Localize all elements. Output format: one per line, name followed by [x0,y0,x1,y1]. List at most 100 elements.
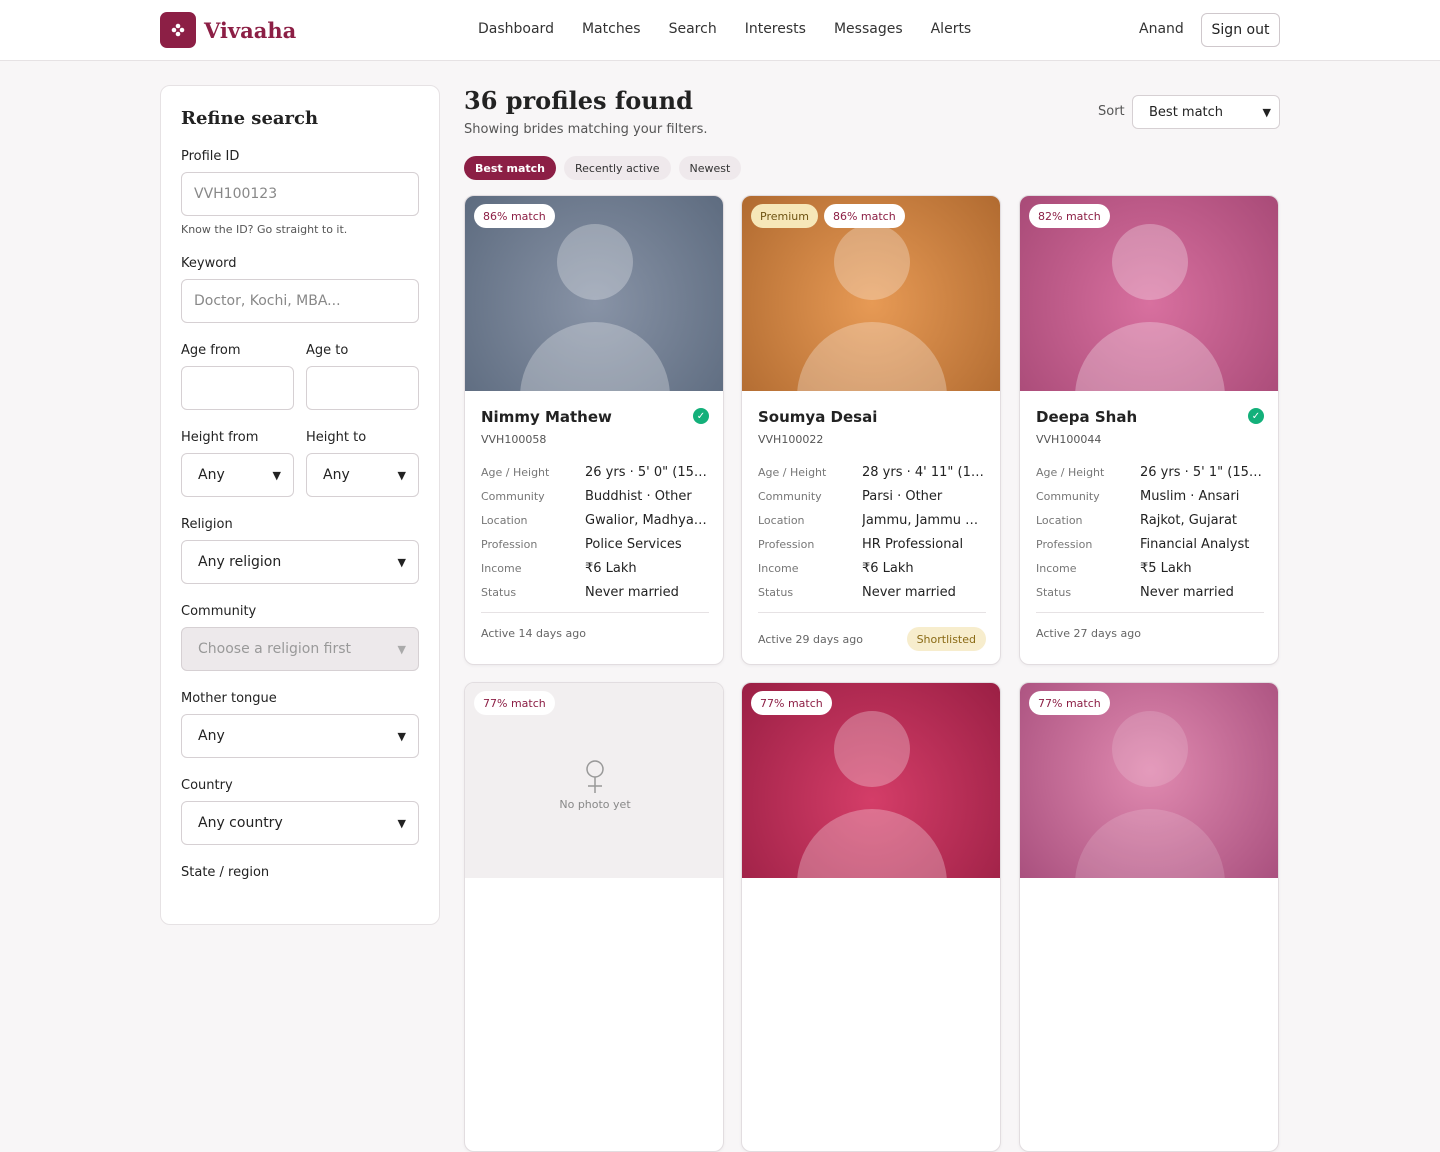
nav-dashboard[interactable]: Dashboard [478,21,554,37]
attr-age-height: 28 yrs · 4' 11" (150 cm) [862,464,986,480]
keyword-label: Keyword [181,256,237,271]
attr-label: Income [1036,561,1077,575]
height-group: Height from Any ▼ Height to Any ▼ [181,430,419,497]
chip-newest[interactable]: Newest [678,156,742,180]
attr-status: Never married [862,584,956,600]
attr-label: Income [481,561,522,575]
attr-label: Location [1036,513,1083,527]
age-from-input[interactable] [181,366,294,410]
attr-label: Age / Height [481,465,550,479]
attr-location: Rajkot, Gujarat [1140,512,1238,528]
profile-photo[interactable]: 82% match [1020,196,1278,391]
female-symbol-icon [583,759,607,799]
results-subtitle: Showing brides matching your filters. [464,122,708,137]
community-select[interactable]: Choose a religion first ▼ [181,627,419,671]
profile-photo[interactable]: Premium 86% match [742,196,1000,391]
brand[interactable]: Vivaaha [160,12,296,48]
age-group: Age from Age to [181,343,419,410]
profile-id-input[interactable]: VVH100123 [181,172,419,216]
mother-tongue-group: Mother tongue Any ▼ [181,691,419,758]
brand-name: Vivaaha [204,17,297,43]
profile-card[interactable]: 77% match [1019,682,1279,1152]
attr-label: Community [758,489,822,503]
attr-label: Status [481,585,517,599]
mother-tongue-select[interactable]: Any ▼ [181,714,419,758]
age-to-input[interactable] [306,366,419,410]
no-photo-text: No photo yet [559,798,631,811]
results-title: 36 profiles found [464,86,693,115]
community-group: Community Choose a religion first ▼ [181,604,419,671]
match-badge: 77% match [1029,691,1110,715]
profile-photo[interactable]: 86% match [465,196,723,391]
state-group: State / region [181,865,419,880]
profile-id: VVH100044 [1036,433,1102,446]
profile-id: VVH100022 [758,433,824,446]
profile-id-group: Profile ID VVH100123 Know the ID? Go str… [181,149,419,236]
attr-label: Location [481,513,528,527]
sort-label: Sort [1098,104,1125,119]
last-active: Active 29 days ago [758,632,863,646]
nav-search[interactable]: Search [669,21,717,37]
shortlisted-badge[interactable]: Shortlisted [906,627,986,651]
profile-photo-placeholder[interactable]: 77% match No photo yet [465,683,723,878]
attr-profession: Police Services [585,536,682,552]
profile-name[interactable]: Nimmy Mathew [481,408,709,426]
chip-recently-active[interactable]: Recently active [563,156,671,180]
country-group: Country Any country ▼ [181,778,419,845]
match-badge: 86% match [474,204,555,228]
keyword-group: Keyword Doctor, Kochi, MBA... [181,256,419,323]
religion-select[interactable]: Any religion ▼ [181,540,419,584]
nav-interests[interactable]: Interests [745,21,806,37]
avatar-silhouette-head [557,224,633,300]
religion-value: Any religion [198,554,282,570]
nav-matches[interactable]: Matches [582,21,641,37]
profile-name[interactable]: Soumya Desai [758,408,986,426]
keyword-input[interactable]: Doctor, Kochi, MBA... [181,279,419,323]
attr-label: Income [758,561,799,575]
height-from-select[interactable]: Any ▼ [181,453,294,497]
chevron-down-icon: ▼ [272,468,281,482]
state-label: State / region [181,865,270,880]
filter-title: Refine search [181,108,319,129]
chevron-down-icon: ▼ [397,816,406,830]
attr-community: Buddhist · Other [585,488,692,504]
attr-status: Never married [585,584,679,600]
attr-label: Community [1036,489,1100,503]
profile-card[interactable]: 77% match [741,682,1001,1152]
avatar-silhouette-head [834,224,910,300]
avatar-silhouette-head [1112,711,1188,787]
profile-photo[interactable]: 77% match [742,683,1000,878]
profile-card[interactable]: 86% match Nimmy Mathew ✓ VVH100058 Age /… [464,195,724,665]
signout-button[interactable]: Sign out [1201,13,1280,47]
attr-location: Jammu, Jammu and Kashmir [862,512,986,528]
attr-label: Profession [481,537,538,551]
profile-card[interactable]: 82% match Deepa Shah ✓ VVH100044 Age / H… [1019,195,1279,665]
height-to-select[interactable]: Any ▼ [306,453,419,497]
attr-profession: HR Professional [862,536,964,552]
avatar-silhouette-head [1112,224,1188,300]
sort-value: Best match [1149,104,1224,120]
sort-select[interactable]: Best match ▼ [1132,95,1280,129]
avatar-silhouette-body [520,322,670,391]
nav-messages[interactable]: Messages [834,21,903,37]
country-value: Any country [198,815,283,831]
profile-card[interactable]: 77% match No photo yet [464,682,724,1152]
profile-card[interactable]: Premium 86% match Soumya Desai VVH100022… [741,195,1001,665]
country-select[interactable]: Any country ▼ [181,801,419,845]
top-navbar: Vivaaha Dashboard Matches Search Interes… [0,0,1440,61]
nav-alerts[interactable]: Alerts [931,21,972,37]
attr-location: Gwalior, Madhya Pradesh [585,512,709,528]
premium-badge: Premium [751,204,818,228]
profile-name[interactable]: Deepa Shah [1036,408,1264,426]
attr-label: Status [758,585,794,599]
flower-icon [160,12,196,48]
attr-label: Age / Height [1036,465,1105,479]
attr-profession: Financial Analyst [1140,536,1250,552]
attr-label: Profession [758,537,815,551]
profile-photo[interactable]: 77% match [1020,683,1278,878]
height-from-value: Any [198,467,225,483]
chip-best-match[interactable]: Best match [464,156,556,180]
attr-label: Status [1036,585,1072,599]
chevron-down-icon: ▼ [1262,105,1271,119]
user-name[interactable]: Anand [1139,21,1184,37]
